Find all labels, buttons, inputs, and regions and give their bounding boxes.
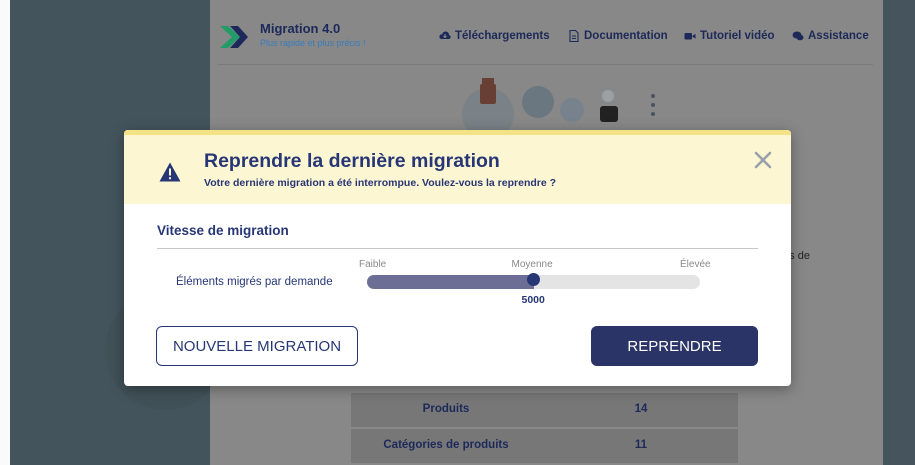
- slider-tick-low: Faible: [359, 259, 387, 270]
- slider-label: Éléments migrés par demande: [176, 276, 333, 288]
- new-migration-button[interactable]: NOUVELLE MIGRATION: [156, 326, 358, 366]
- slider-value: 5000: [521, 294, 545, 306]
- migration-speed-heading: Vitesse de migration: [157, 223, 289, 238]
- dialog-subtitle: Votre dernière migration a été interromp…: [204, 177, 557, 189]
- resume-button[interactable]: REPRENDRE: [591, 326, 758, 366]
- dialog-header-banner: Reprendre la dernière migration Votre de…: [124, 130, 791, 204]
- dialog-title: Reprendre la dernière migration: [204, 150, 500, 172]
- slider-thumb[interactable]: [527, 273, 540, 286]
- slider-fill: [367, 275, 534, 289]
- close-icon[interactable]: [752, 149, 774, 171]
- slider-tick-high: Élevée: [680, 259, 711, 270]
- section-divider: [157, 248, 758, 249]
- resume-migration-dialog: Reprendre la dernière migration Votre de…: [124, 130, 791, 386]
- slider-tick-medium: Moyenne: [511, 259, 553, 270]
- warning-triangle-icon: [159, 162, 181, 182]
